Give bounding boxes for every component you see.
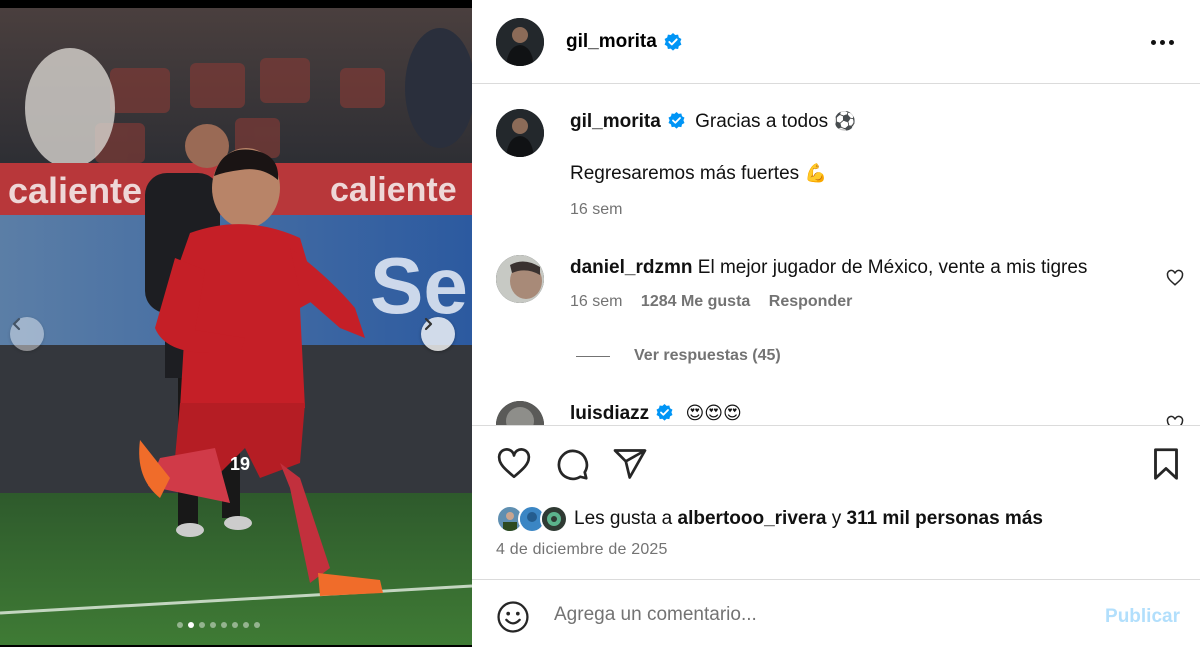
more-dot-icon <box>1159 39 1165 45</box>
svg-text:19: 19 <box>230 454 250 474</box>
comment-body: luisdiazz 😍😍😍 <box>570 402 742 425</box>
post-photo[interactable]: caliente caliente Se 19 <box>0 8 472 645</box>
author-username[interactable]: gil_morita <box>566 31 657 53</box>
comment-meta: 16 sem 1284 Me gusta Responder <box>570 293 1087 311</box>
carousel-dot <box>188 622 194 628</box>
caption-author-avatar[interactable] <box>496 109 544 157</box>
verified-badge-icon <box>664 32 682 51</box>
likes-connector: y <box>831 508 842 529</box>
post-header: gil_morita <box>472 0 1200 84</box>
replies-divider-line <box>576 355 610 357</box>
likes-summary: Les gusta a albertooo_rivera y 311 mil p… <box>496 505 1043 533</box>
verified-badge-icon <box>668 111 685 129</box>
publish-button[interactable]: Publicar <box>1105 606 1180 628</box>
likes-others-count[interactable]: 311 mil personas más <box>847 508 1043 529</box>
caption-author-avatar-image <box>496 109 544 157</box>
post-actions: Les gusta a albertooo_rivera y 311 mil p… <box>472 425 1200 579</box>
chevron-left-icon <box>12 317 21 331</box>
liker-avatar[interactable] <box>540 505 568 533</box>
carousel-dot <box>210 622 216 628</box>
commenter-avatar-image <box>496 255 544 303</box>
comment-composer: Publicar <box>472 579 1200 647</box>
comment-item: luisdiazz 😍😍😍 <box>496 401 1184 425</box>
carousel-dot <box>221 622 227 628</box>
more-dot-icon <box>1168 39 1174 45</box>
photo-illustration: caliente caliente Se 19 <box>0 8 472 645</box>
comment-input[interactable] <box>554 602 1074 628</box>
likes-text: Les gusta a albertooo_rivera y 311 mil p… <box>574 508 1043 530</box>
reply-button[interactable]: Responder <box>769 293 853 310</box>
post-date[interactable]: 4 de diciembre de 2025 <box>496 541 668 559</box>
carousel-dot <box>177 622 183 628</box>
caption-text-line1: Gracias a todos <box>695 111 829 132</box>
carousel-dot <box>243 622 249 628</box>
commenter-avatar-image <box>496 401 544 425</box>
emoji-picker-icon[interactable] <box>496 600 530 634</box>
more-dot-icon <box>1150 39 1156 45</box>
author-avatar[interactable] <box>496 17 544 66</box>
comment-body: daniel_rdzmn El mejor jugador de México,… <box>570 256 1087 280</box>
like-heart-icon[interactable] <box>496 446 532 482</box>
carousel-indicator <box>177 622 260 628</box>
caption-text-line2: Regresaremos más fuertes <box>570 163 800 184</box>
svg-text:caliente: caliente <box>8 170 142 211</box>
commenter-avatar[interactable] <box>496 401 544 425</box>
next-photo-button[interactable] <box>421 317 455 351</box>
save-bookmark-icon[interactable] <box>1148 446 1184 482</box>
caption: gil_morita Gracias a todos ⚽ Regresaremo… <box>496 109 856 219</box>
caption-timestamp[interactable]: 16 sem <box>570 201 856 219</box>
author-avatar-image <box>496 17 544 66</box>
comment-text: 😍😍😍 <box>685 403 742 424</box>
soccer-ball-emoji: ⚽ <box>833 111 856 132</box>
previous-photo-button[interactable] <box>10 317 44 351</box>
comment-text: El mejor jugador de México, vente a mis … <box>697 257 1088 278</box>
comment-likes-count[interactable]: 1284 Me gusta <box>641 293 750 310</box>
likes-prefix: Les gusta a <box>574 508 673 529</box>
verified-badge-icon <box>656 403 673 421</box>
carousel-dot <box>199 622 205 628</box>
comment-bubble-icon[interactable] <box>554 446 590 482</box>
carousel-dot <box>232 622 238 628</box>
chevron-right-icon <box>424 317 433 331</box>
view-replies-label: Ver respuestas (45) <box>634 347 781 364</box>
more-options-button[interactable] <box>1148 28 1176 56</box>
comment-item: daniel_rdzmn El mejor jugador de México,… <box>496 255 1184 311</box>
comment-timestamp[interactable]: 16 sem <box>570 293 622 310</box>
comment-like-heart-icon[interactable] <box>1166 415 1184 425</box>
comment-like-heart-icon[interactable] <box>1166 269 1184 287</box>
flexed-biceps-emoji: 💪 <box>804 163 827 184</box>
post-viewer: caliente caliente Se 19 gil_morita gil_m… <box>0 0 1200 647</box>
view-replies-button[interactable]: Ver respuestas (45) <box>576 347 781 365</box>
caption-first-line: gil_morita Gracias a todos ⚽ <box>570 110 856 134</box>
svg-text:caliente: caliente <box>330 171 457 209</box>
caption-username[interactable]: gil_morita <box>570 111 661 132</box>
comments-list[interactable]: gil_morita Gracias a todos ⚽ Regresaremo… <box>472 85 1200 425</box>
commenter-username[interactable]: daniel_rdzmn <box>570 257 692 278</box>
commenter-avatar[interactable] <box>496 255 544 303</box>
carousel-dot <box>254 622 260 628</box>
share-send-icon[interactable] <box>612 446 648 482</box>
post-details-panel: gil_morita gil_morita Gracias a todos ⚽ … <box>472 0 1200 647</box>
liker-avatar-image <box>542 507 566 531</box>
liker-username[interactable]: albertooo_rivera <box>678 508 827 529</box>
commenter-username[interactable]: luisdiazz <box>570 403 649 424</box>
svg-text:Se: Se <box>370 241 468 330</box>
caption-second-line: Regresaremos más fuertes 💪 <box>570 162 856 186</box>
